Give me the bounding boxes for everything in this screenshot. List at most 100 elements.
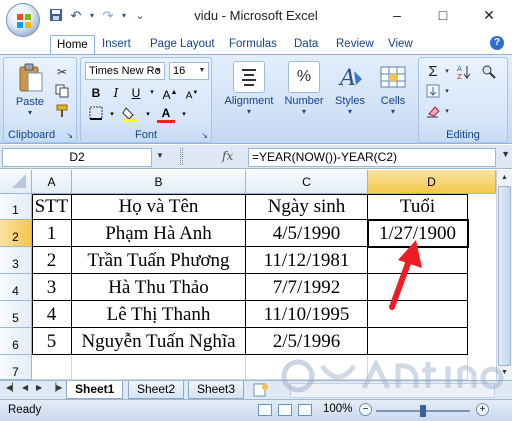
find-select-icon[interactable] xyxy=(481,64,497,80)
zoom-slider-thumb[interactable] xyxy=(420,405,426,417)
cell-d3[interactable] xyxy=(368,247,468,274)
row-header-6[interactable]: 6 xyxy=(0,328,32,355)
sheet-tab-sheet3[interactable]: Sheet3 xyxy=(188,381,245,399)
clear-dropdown-icon[interactable]: ▾ xyxy=(439,104,455,120)
cell-c3[interactable]: 11/12/1981 xyxy=(246,247,368,274)
maximize-button[interactable]: □ xyxy=(420,0,466,30)
shrink-font-icon[interactable]: A▼ xyxy=(183,84,201,102)
clipboard-dialog-launcher-icon[interactable]: ↘ xyxy=(66,131,73,140)
cell-c4[interactable]: 7/7/1992 xyxy=(246,274,368,301)
fill-dropdown-icon[interactable]: ▾ xyxy=(439,84,455,100)
underline-dropdown-icon[interactable]: ▾ xyxy=(143,84,161,102)
tab-review[interactable]: Review xyxy=(330,35,380,55)
prev-sheet-icon[interactable]: ◀ xyxy=(22,383,28,392)
row-header-4[interactable]: 4 xyxy=(0,274,32,301)
cell-a2[interactable]: 1 xyxy=(32,220,72,247)
cell-b4[interactable]: Hà Thu Thảo xyxy=(72,274,246,301)
cell-a3[interactable]: 2 xyxy=(32,247,72,274)
cell-b2[interactable]: Phạm Hà Anh xyxy=(72,220,246,247)
minimize-button[interactable]: – xyxy=(374,0,420,30)
row-header-1[interactable]: 1 xyxy=(0,194,32,220)
cell-a4[interactable]: 3 xyxy=(32,274,72,301)
cell-d4[interactable] xyxy=(368,274,468,301)
font-size-dropdown-icon[interactable]: ▼ xyxy=(196,63,208,79)
page-layout-view-icon[interactable] xyxy=(278,404,292,416)
format-painter-icon[interactable] xyxy=(54,104,70,120)
cell-c6[interactable]: 2/5/1996 xyxy=(246,328,368,355)
close-button[interactable]: ✕ xyxy=(466,0,512,30)
tab-page-layout[interactable]: Page Layout xyxy=(144,35,221,55)
cell-e-column[interactable] xyxy=(468,194,496,380)
expand-formula-bar-icon[interactable]: ▼ xyxy=(501,149,510,159)
fill-color-dropdown-icon[interactable]: ▾ xyxy=(139,106,157,124)
cell-b1[interactable]: Họ và Tên xyxy=(72,194,246,220)
insert-worksheet-icon[interactable] xyxy=(252,382,270,398)
cell-d6[interactable] xyxy=(368,328,468,355)
scroll-down-icon[interactable]: ▼ xyxy=(497,365,512,380)
paste-dropdown-icon[interactable]: ▾ xyxy=(8,108,52,117)
column-header-a[interactable]: A xyxy=(32,170,72,194)
cell-b3[interactable]: Trần Tuấn Phương xyxy=(72,247,246,274)
page-break-view-icon[interactable] xyxy=(298,404,312,416)
font-size-combo[interactable]: 16 ▼ xyxy=(169,62,209,80)
row-header-3[interactable]: 3 xyxy=(0,247,32,274)
tab-data[interactable]: Data xyxy=(288,35,324,55)
cell-c1[interactable]: Ngày sinh xyxy=(246,194,368,220)
tab-formulas[interactable]: Formulas xyxy=(223,35,283,55)
sheet-tab-sheet2[interactable]: Sheet2 xyxy=(128,381,185,399)
font-color-icon[interactable]: A xyxy=(157,106,175,123)
formula-bar-splitter[interactable] xyxy=(180,148,183,165)
formula-input[interactable]: =YEAR(NOW())-YEAR(C2) xyxy=(248,148,496,167)
sheet-tab-sheet1[interactable]: Sheet1 xyxy=(66,381,124,399)
row-header-2[interactable]: 2 xyxy=(0,220,32,247)
zoom-level[interactable]: 100% xyxy=(323,403,352,415)
vertical-scroll-thumb[interactable] xyxy=(498,186,511,366)
alignment-button[interactable]: Alignment ▾ xyxy=(218,61,280,116)
autosum-dropdown-icon[interactable]: ▾ xyxy=(439,64,455,80)
vertical-scrollbar[interactable]: ▲ ▼ xyxy=(496,170,512,380)
scroll-up-icon[interactable]: ▲ xyxy=(497,170,512,185)
normal-view-icon[interactable] xyxy=(258,404,272,416)
sort-filter-icon[interactable]: AZ xyxy=(457,64,473,81)
cell-d5[interactable] xyxy=(368,301,468,328)
office-button[interactable] xyxy=(6,3,40,37)
font-color-dropdown-icon[interactable]: ▾ xyxy=(175,106,193,124)
cell-a5[interactable]: 4 xyxy=(32,301,72,328)
cell-a6[interactable]: 5 xyxy=(32,328,72,355)
cell-b7[interactable] xyxy=(72,355,246,380)
name-box-dropdown-icon[interactable]: ▼ xyxy=(156,151,164,160)
insert-function-icon[interactable]: fx xyxy=(222,149,233,163)
borders-dropdown-icon[interactable]: ▾ xyxy=(103,106,121,124)
styles-button[interactable]: A Styles ▾ xyxy=(330,61,370,116)
cell-a7[interactable] xyxy=(32,355,72,380)
cell-d1[interactable]: Tuổi xyxy=(368,194,468,220)
paste-button[interactable]: Paste ▾ xyxy=(8,62,52,117)
cell-b5[interactable]: Lê Thị Thanh xyxy=(72,301,246,328)
cell-c7[interactable] xyxy=(246,355,368,380)
tab-insert[interactable]: Insert xyxy=(96,35,137,55)
font-dialog-launcher-icon[interactable]: ↘ xyxy=(201,131,208,140)
row-header-5[interactable]: 5 xyxy=(0,301,32,328)
number-button[interactable]: % Number ▾ xyxy=(282,61,326,116)
grow-font-icon[interactable]: A▲ xyxy=(161,84,179,102)
tab-view[interactable]: View xyxy=(382,35,419,55)
name-box[interactable]: D2 xyxy=(2,148,152,167)
select-all-button[interactable] xyxy=(0,170,32,194)
font-name-combo[interactable]: Times New Ro ▼ xyxy=(85,62,165,80)
bold-icon[interactable]: B xyxy=(87,84,105,102)
italic-icon[interactable]: I xyxy=(107,84,125,102)
cell-b6[interactable]: Nguyễn Tuấn Nghĩa xyxy=(72,328,246,355)
last-sheet-icon[interactable]: ▕▶ xyxy=(50,383,62,392)
horizontal-scrollbar[interactable] xyxy=(290,383,495,398)
cell-d2[interactable]: 1/27/1900 xyxy=(368,220,468,247)
cut-icon[interactable]: ✂ xyxy=(54,64,70,80)
cell-d7[interactable] xyxy=(368,355,468,380)
column-header-c[interactable]: C xyxy=(246,170,368,194)
cell-a1[interactable]: STT xyxy=(32,194,72,220)
column-header-b[interactable]: B xyxy=(72,170,246,194)
tab-home[interactable]: Home xyxy=(50,35,95,55)
cells-button[interactable]: Cells ▾ xyxy=(374,61,412,116)
first-sheet-icon[interactable]: ◀▏ xyxy=(6,383,18,392)
help-icon[interactable]: ? xyxy=(490,36,504,50)
column-header-d[interactable]: D xyxy=(368,170,496,194)
